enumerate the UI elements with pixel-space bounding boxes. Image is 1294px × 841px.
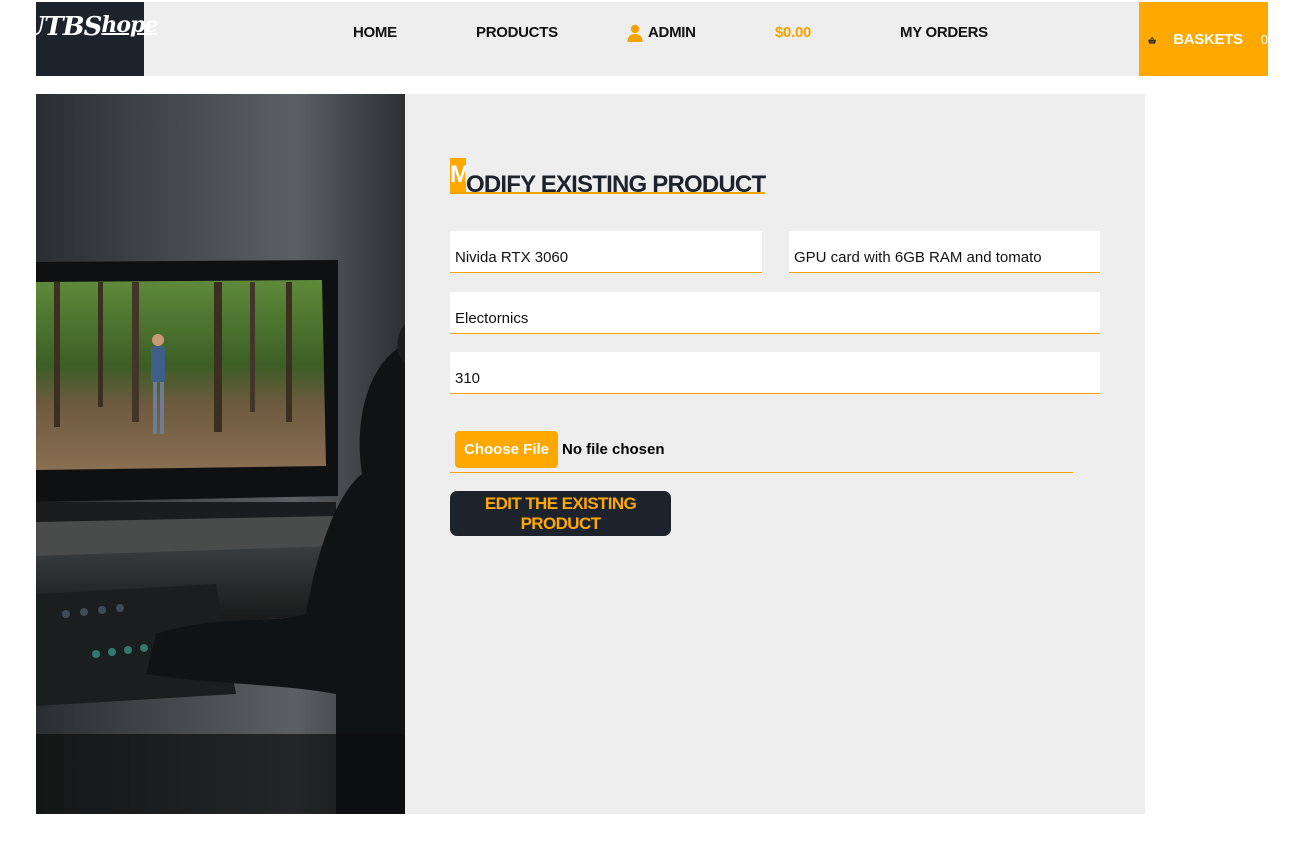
edit-product-panel: MODIFY EXISTING PRODUCT Choose File No f… xyxy=(36,94,1145,814)
edit-product-button[interactable]: EDIT THE EXISTING PRODUCT xyxy=(450,491,671,536)
nav-balance[interactable]: $0.00 xyxy=(775,22,811,44)
basket-button[interactable]: BASKETS 0 xyxy=(1139,2,1268,76)
product-price-input[interactable] xyxy=(450,352,1100,394)
product-name-input[interactable] xyxy=(450,231,762,273)
user-icon xyxy=(627,24,643,42)
title-rest: ODIFY EXISTING PRODUCT xyxy=(466,171,766,198)
basket-label: BASKETS xyxy=(1173,30,1243,48)
site-logo[interactable]: UTBS hope xyxy=(23,2,158,76)
basket-icon xyxy=(1148,36,1156,44)
logo-main: UTBS xyxy=(22,12,103,42)
title-first-letter: M xyxy=(450,158,466,192)
product-category-input[interactable] xyxy=(450,292,1100,334)
nav-admin-link[interactable]: ADMIN xyxy=(627,22,696,44)
product-hero-image xyxy=(36,94,405,814)
page-title: MODIFY EXISTING PRODUCT xyxy=(450,158,766,198)
nav-admin-label: ADMIN xyxy=(648,24,696,41)
nav-orders-link[interactable]: MY ORDERS xyxy=(900,22,988,44)
nav-home-link[interactable]: HOME xyxy=(353,22,397,44)
choose-file-button[interactable]: Choose File xyxy=(455,431,559,468)
site-header: UTBS hope HOME PRODUCTS ADMIN $0.00 MY OR… xyxy=(23,2,1268,76)
logo-tail: hope xyxy=(101,12,158,38)
product-image-upload: Choose File No file chosen xyxy=(450,427,1073,473)
file-status-text: No file chosen xyxy=(562,441,665,458)
basket-count: 0 xyxy=(1260,31,1268,47)
product-description-input[interactable] xyxy=(789,231,1100,273)
nav-products-link[interactable]: PRODUCTS xyxy=(476,22,558,44)
